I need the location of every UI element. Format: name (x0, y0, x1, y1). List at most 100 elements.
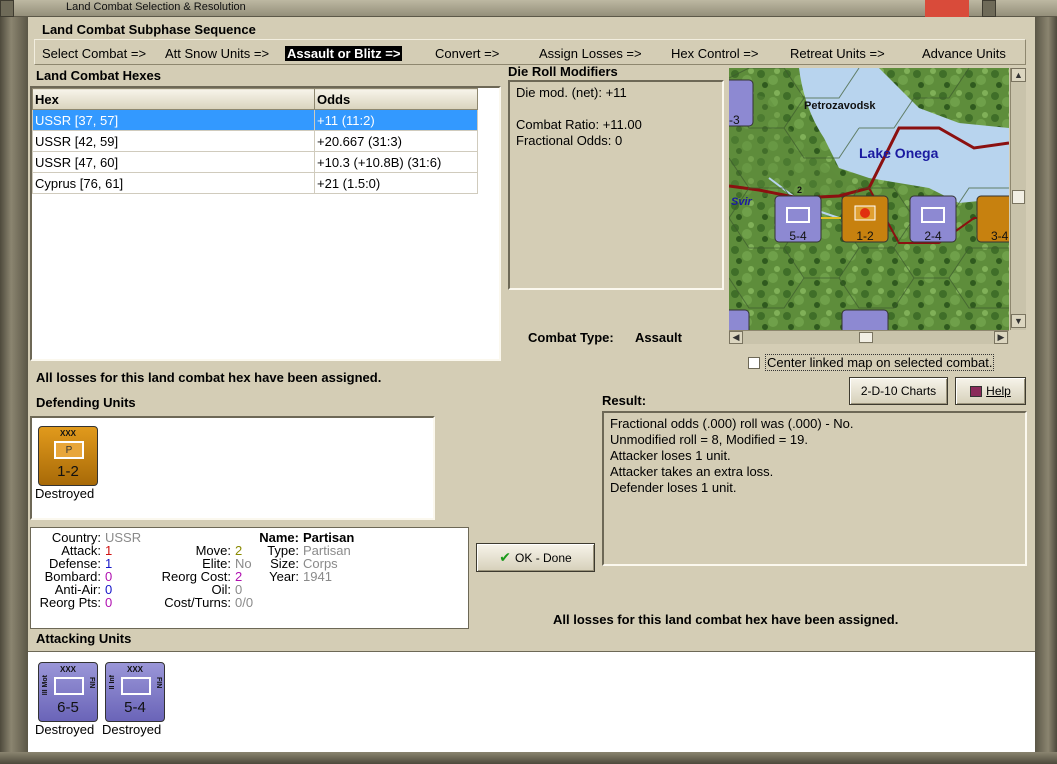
hex-cell: USSR [37, 57] (32, 109, 315, 131)
charts-button-label: 2-D-10 Charts (860, 384, 937, 398)
seq-step-convert: Convert => (435, 46, 500, 61)
scroll-left-icon[interactable]: ◀ (729, 331, 743, 344)
year-label: Year: (269, 569, 299, 584)
result-line: Unmodified roll = 8, Modified = 19. (610, 432, 808, 447)
motorized-infantry-icon (54, 677, 84, 695)
col-hex[interactable]: Hex (32, 88, 315, 110)
seq-step-retreat: Retreat Units => (790, 46, 885, 61)
unit-info-box: Country: USSR Attack: 1 Defense: 1 Bomba… (30, 527, 469, 629)
attacker-status: Destroyed (35, 722, 95, 737)
col-odds[interactable]: Odds (314, 88, 478, 110)
help-button[interactable]: Help (955, 377, 1026, 405)
map-counter[interactable]: -3 (729, 79, 754, 127)
map-river-label: Svir (731, 196, 753, 208)
frame-left (0, 17, 28, 764)
map-counter[interactable]: 1-2 (841, 195, 889, 243)
fractional-odds: Fractional Odds: 0 (516, 133, 623, 148)
cost-turns-value: 0/0 (235, 595, 254, 610)
window-control-button[interactable] (925, 0, 969, 17)
cost-turns-label: Cost/Turns: (164, 595, 231, 610)
ok-done-label: OK - Done (515, 551, 572, 565)
seq-step-hex-control: Hex Control => (671, 46, 759, 61)
unit-size: XXX (126, 665, 143, 674)
reorg-pts-label: Reorg Pts: (39, 595, 101, 610)
attacker-status: Destroyed (102, 722, 162, 737)
unit-nation: FIN (155, 677, 162, 689)
seq-step-assault-active: Assault or Blitz => (285, 46, 403, 61)
window-title: Land Combat Selection & Resolution (66, 1, 246, 13)
losses-message-top: All losses for this land combat hex have… (36, 370, 382, 385)
map-counter-partial[interactable] (729, 309, 750, 330)
help-button-label: Help (986, 384, 1011, 398)
window-titlebar: Land Combat Selection & Resolution (0, 0, 1057, 17)
hexes-table: Hex Odds USSR [37, 57] +11 (11:2) USSR [4… (32, 88, 478, 194)
table-row[interactable]: Cyprus [76, 61] +21 (1.5:0) (32, 172, 478, 194)
partisan-icon: P (54, 441, 84, 459)
unit-size: XXX (59, 429, 76, 438)
map-counter[interactable]: 3-4 (976, 195, 1009, 243)
scroll-right-icon[interactable]: ▶ (994, 331, 1008, 344)
table-row[interactable]: USSR [37, 57] +11 (11:2) (32, 109, 478, 131)
counter-value: 2-4 (924, 229, 942, 243)
result-line: Attacker loses 1 unit. (610, 448, 731, 463)
combat-type-value: Assault (635, 330, 682, 345)
die-roll-title: Die Roll Modifiers (508, 64, 618, 79)
scroll-down-icon[interactable]: ▼ (1011, 314, 1026, 328)
table-row[interactable]: USSR [47, 60] +10.3 (+10.8B) (31:6) (32, 151, 478, 173)
scroll-thumb[interactable] (1012, 190, 1025, 204)
unit-designation: II Inf (109, 675, 116, 690)
die-roll-box: Die mod. (net): +11 Combat Ratio: +11.00… (508, 80, 724, 290)
hex-cell: USSR [42, 59] (32, 130, 315, 152)
scroll-thumb[interactable] (859, 332, 873, 343)
map-counter-partial[interactable] (841, 309, 889, 330)
map-city-label: Petrozavodsk (804, 100, 876, 112)
unit-value: 6-5 (57, 699, 79, 716)
combat-map[interactable]: Petrozavodsk Lake Onega Svir 5-4 2 1-2 2… (729, 68, 1009, 330)
attacking-title: Attacking Units (36, 631, 132, 646)
unit-value: 1-2 (57, 463, 79, 480)
losses-message-bottom: All losses for this land combat hex have… (553, 612, 899, 627)
charts-button[interactable]: 2-D-10 Charts (849, 377, 948, 405)
map-horizontal-scrollbar[interactable]: ◀ ▶ (729, 330, 1009, 344)
combat-ratio: Combat Ratio: +11.00 (516, 117, 642, 132)
attacker-unit-counter[interactable]: XXX II Inf FIN 5-4 (105, 662, 165, 722)
frame-right (1035, 17, 1057, 764)
scroll-up-icon[interactable]: ▲ (1011, 68, 1026, 82)
map-lake-label: Lake Onega (859, 145, 939, 161)
odds-cell: +10.3 (+10.8B) (31:6) (314, 151, 478, 173)
book-icon (970, 386, 983, 398)
result-box: Fractional odds (.000) roll was (.000) -… (602, 411, 1027, 566)
seq-step-advance: Advance Units (922, 46, 1006, 61)
seq-step-assign-losses: Assign Losses => (539, 46, 642, 61)
defending-title: Defending Units (36, 395, 136, 410)
hexes-title: Land Combat Hexes (36, 68, 161, 83)
map-counter[interactable]: 2-4 (909, 195, 957, 243)
counter-value: -3 (729, 113, 740, 127)
table-row[interactable]: USSR [42, 59] +20.667 (31:3) (32, 130, 478, 152)
result-title: Result: (602, 393, 647, 408)
sequence-title: Land Combat Subphase Sequence (42, 22, 256, 37)
seq-step-select-combat: Select Combat => (42, 46, 147, 61)
result-line: Fractional odds (.000) roll was (.000) -… (610, 416, 854, 431)
map-vertical-scrollbar[interactable]: ▲ ▼ (1010, 68, 1026, 330)
frame-bottom (0, 752, 1057, 764)
infantry-icon (121, 677, 151, 695)
seq-step-att-snow: Att Snow Units => (165, 46, 270, 61)
defender-status: Destroyed (35, 486, 95, 501)
ok-done-button[interactable]: ✔ OK - Done (476, 543, 595, 572)
unit-letter: P (65, 445, 73, 456)
odds-cell: +20.667 (31:3) (314, 130, 478, 152)
hex-cell: USSR [47, 60] (32, 151, 315, 173)
center-map-checkbox[interactable] (748, 357, 760, 369)
window-corner-left (0, 0, 14, 17)
window-corner-right (982, 0, 996, 17)
checkmark-icon: ✔ (499, 549, 512, 565)
defender-unit-counter[interactable]: XXX P 1-2 (38, 426, 98, 486)
reorg-pts-value: 0 (105, 595, 113, 610)
center-map-label[interactable]: Center linked map on selected combat. (765, 354, 995, 371)
year-value: 1941 (303, 569, 332, 584)
die-mod-net: Die mod. (net): +11 (516, 85, 627, 100)
attacker-unit-counter[interactable]: XXX III Mot FIN 6-5 (38, 662, 98, 722)
counter-stack: 2 (797, 185, 802, 195)
unit-size: XXX (59, 665, 76, 674)
